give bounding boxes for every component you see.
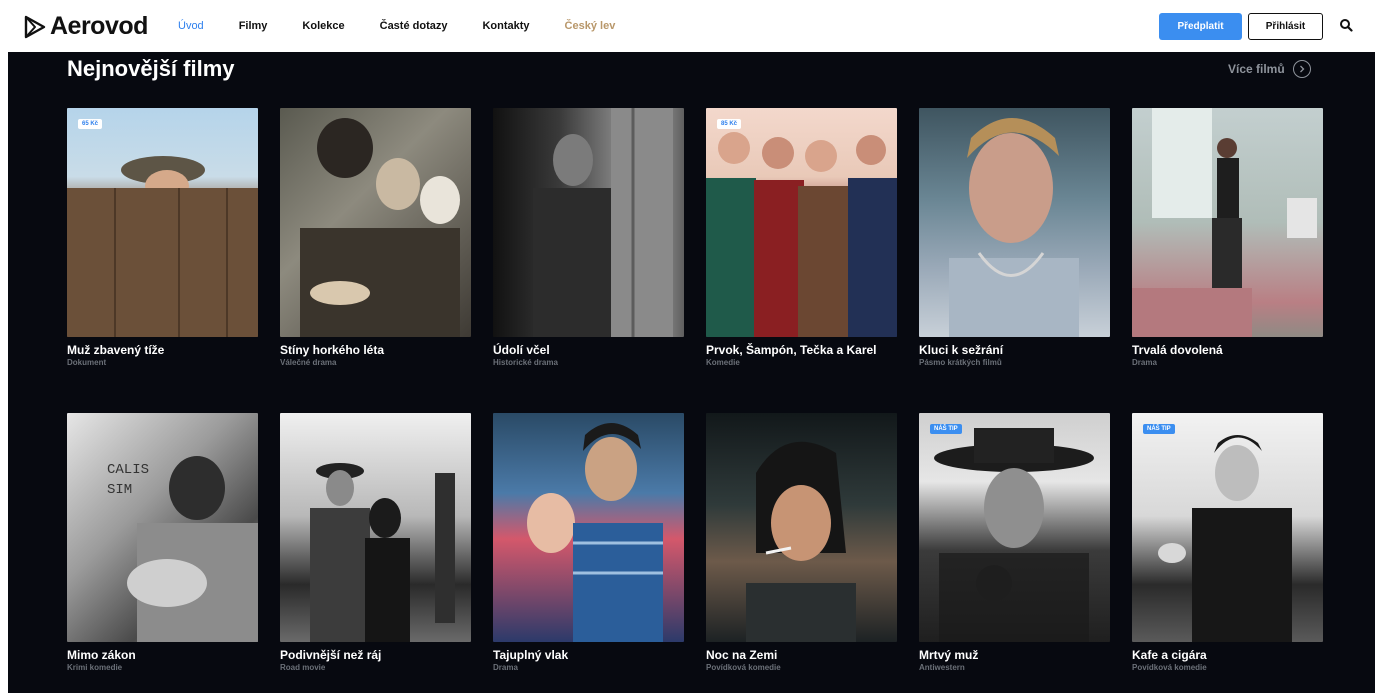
poster-art <box>1158 435 1292 642</box>
poster-art <box>746 441 856 642</box>
film-poster[interactable] <box>706 413 897 642</box>
film-poster[interactable]: 65 Kč <box>67 108 258 337</box>
film-genre: Komedie <box>706 358 740 367</box>
film-poster[interactable] <box>493 413 684 642</box>
film-poster[interactable] <box>1132 108 1323 337</box>
film-poster[interactable]: CALIS SIM <box>67 413 258 642</box>
brand-name: Aerovod <box>50 12 148 40</box>
film-genre: Povídková komedie <box>1132 663 1207 672</box>
svg-text:CALIS: CALIS <box>107 462 149 478</box>
brand-logo[interactable]: Aerovod <box>24 12 148 41</box>
film-genre: Drama <box>1132 358 1157 367</box>
film-genre: Pásmo krátkých filmů <box>919 358 1002 367</box>
film-genre: Dokument <box>67 358 107 367</box>
film-genre: Povídková komedie <box>706 663 781 672</box>
poster-art: CALIS SIM <box>107 456 258 642</box>
film-title: Muž zbavený tíže <box>67 343 165 357</box>
section-title: Nejnovější filmy <box>67 56 235 81</box>
chevron-right-icon <box>1292 60 1311 78</box>
login-button[interactable]: Přihlásit <box>1248 13 1323 40</box>
price-badge: 65 Kč <box>78 119 103 129</box>
film-card[interactable]: Tajuplný vlak Drama <box>493 413 684 672</box>
poster-art <box>310 463 455 642</box>
film-poster[interactable] <box>919 108 1110 337</box>
nav-item-cesky-lev[interactable]: Český lev <box>565 20 616 32</box>
main-nav: Úvod Filmy Kolekce Časté dotazy Kontakty… <box>178 0 650 52</box>
poster-art <box>706 132 897 337</box>
tip-badge: NÁŠ TIP <box>1143 424 1175 434</box>
film-poster[interactable]: 85 Kč <box>706 108 897 337</box>
film-title: Noc na Zemi <box>706 648 778 662</box>
film-poster[interactable] <box>280 108 471 337</box>
film-card[interactable]: CALIS SIM Mimo zákon Krimi komedie <box>67 413 258 672</box>
nav-item-faq[interactable]: Časté dotazy <box>380 20 448 32</box>
film-card[interactable]: Noc na Zemi Povídková komedie <box>706 413 897 672</box>
film-title: Mrtvý muž <box>919 648 979 662</box>
film-genre: Válečné drama <box>280 358 337 367</box>
poster-art <box>533 108 673 337</box>
film-genre: Historické drama <box>493 358 558 367</box>
more-films-label: Více filmů <box>1228 62 1285 76</box>
poster-art <box>300 118 460 337</box>
film-card[interactable]: NÁŠ TIP Kafe a cigára Povídková komedie <box>1132 413 1323 672</box>
film-genre: Drama <box>493 663 518 672</box>
film-poster[interactable] <box>280 413 471 642</box>
nav-item-kolekce[interactable]: Kolekce <box>302 20 344 32</box>
subscribe-button[interactable]: Předplatit <box>1159 13 1242 40</box>
film-card[interactable]: Kluci k sežrání Pásmo krátkých filmů <box>919 108 1110 367</box>
film-title: Mimo zákon <box>67 648 136 662</box>
film-poster[interactable]: NÁŠ TIP <box>919 413 1110 642</box>
top-header: Aerovod Úvod Filmy Kolekce Časté dotazy … <box>0 0 1375 52</box>
poster-art <box>67 156 258 337</box>
tip-badge: NÁŠ TIP <box>930 424 962 434</box>
price-badge: 85 Kč <box>717 119 742 129</box>
film-title: Kafe a cigára <box>1132 648 1207 662</box>
nav-item-uvod[interactable]: Úvod <box>178 20 204 32</box>
film-poster[interactable] <box>493 108 684 337</box>
more-films-link[interactable]: Více filmů <box>1228 60 1311 78</box>
poster-art <box>1132 108 1317 337</box>
search-icon[interactable] <box>1339 18 1353 32</box>
film-card[interactable]: 65 Kč Muž zbavený tíže Dokument <box>67 108 258 367</box>
svg-text:SIM: SIM <box>107 482 132 498</box>
film-card[interactable]: Podivnější než ráj Road movie <box>280 413 471 672</box>
film-genre: Krimi komedie <box>67 663 123 672</box>
film-card[interactable]: 85 Kč Prvok, Šampón, Tečka a Karel Komed… <box>706 108 897 367</box>
main-content: Nejnovější filmy Více filmů 65 Kč Muž zb… <box>8 52 1375 693</box>
nav-item-kontakty[interactable]: Kontakty <box>482 20 529 32</box>
film-title: Trvalá dovolená <box>1132 343 1223 357</box>
film-title: Stíny horkého léta <box>280 343 385 357</box>
film-genre: Road movie <box>280 663 326 672</box>
film-card[interactable]: Trvalá dovolená Drama <box>1132 108 1323 367</box>
poster-art <box>934 428 1094 642</box>
film-card[interactable]: Stíny horkého léta Válečné drama <box>280 108 471 367</box>
film-title: Kluci k sežrání <box>919 343 1004 357</box>
nav-item-filmy[interactable]: Filmy <box>239 20 268 32</box>
film-title: Podivnější než ráj <box>280 648 382 662</box>
film-title: Tajuplný vlak <box>493 648 569 662</box>
play-logo-icon <box>24 15 46 38</box>
film-title: Prvok, Šampón, Tečka a Karel <box>706 343 877 357</box>
film-card[interactable]: Údolí včel Historické drama <box>493 108 684 367</box>
film-title: Údolí včel <box>493 343 550 357</box>
poster-art <box>527 423 663 642</box>
film-poster[interactable]: NÁŠ TIP <box>1132 413 1323 642</box>
poster-art <box>949 118 1079 337</box>
film-card[interactable]: NÁŠ TIP Mrtvý muž Antiwestern <box>919 413 1110 672</box>
film-genre: Antiwestern <box>919 663 965 672</box>
